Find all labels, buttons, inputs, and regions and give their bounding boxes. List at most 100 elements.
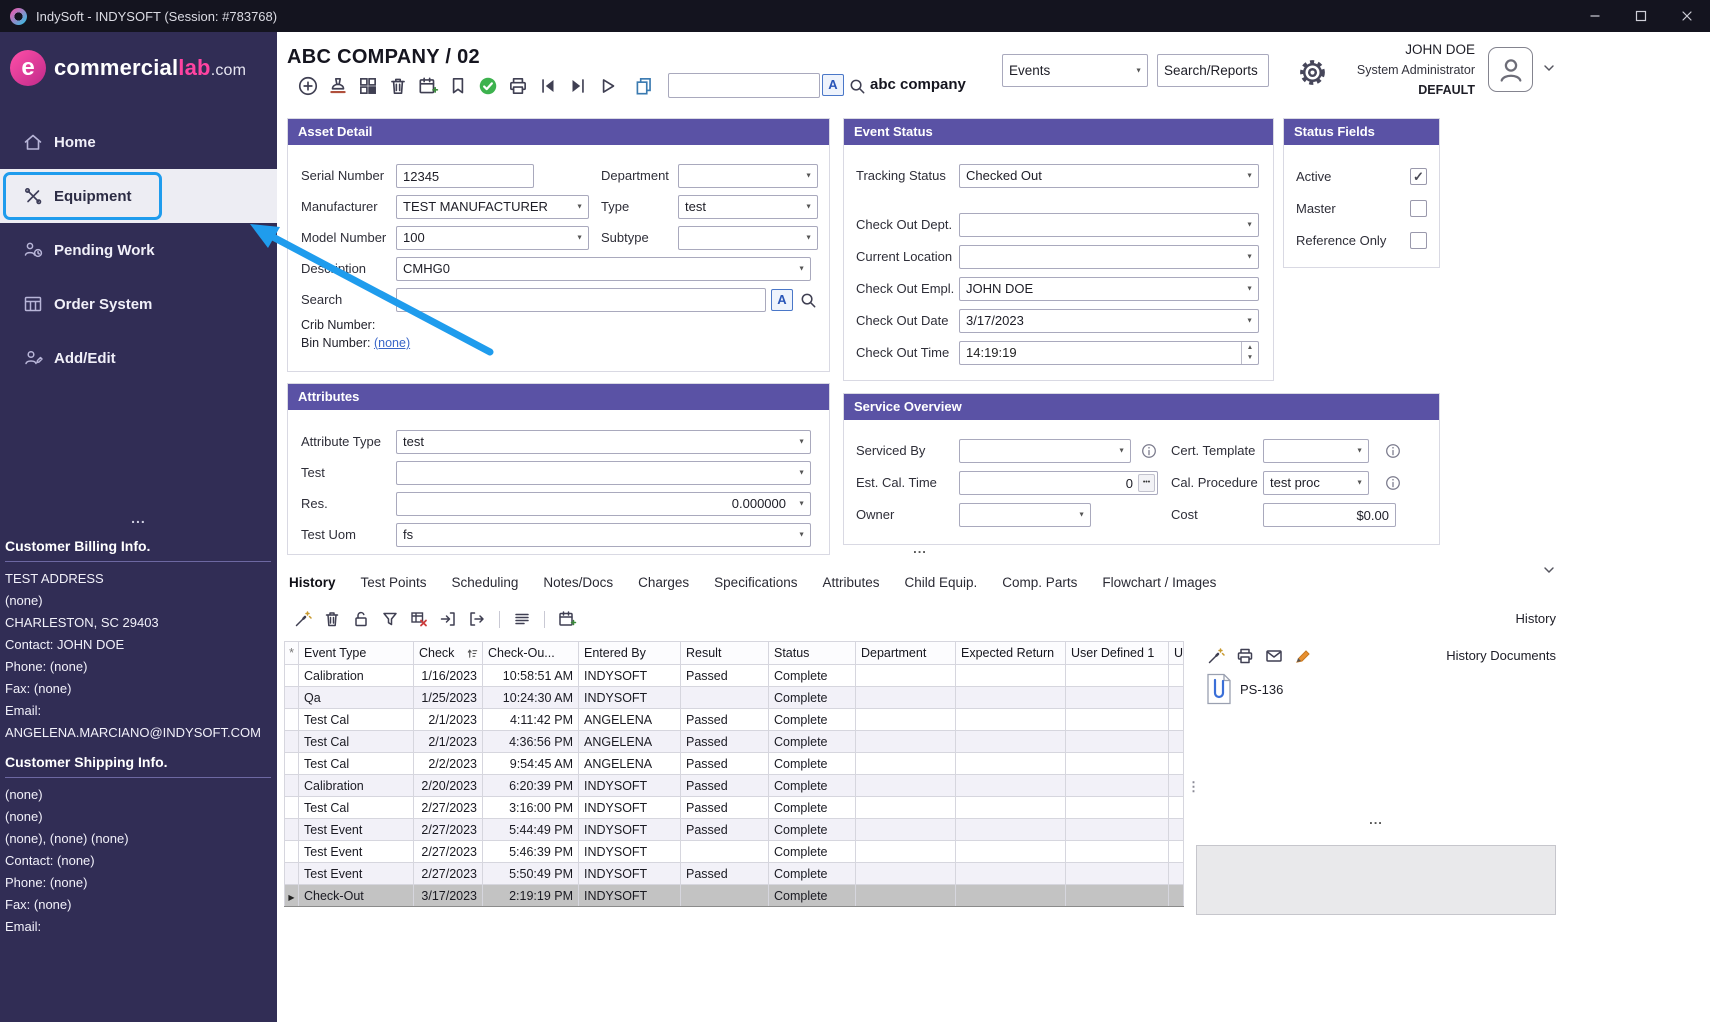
- table-row[interactable]: Test Cal2/1/20234:11:42 PMANGELENAPassed…: [285, 709, 1184, 731]
- col-check-out[interactable]: Check-Ou...: [483, 642, 579, 665]
- table-row[interactable]: Check-Out3/17/20232:19:19 PMINDYSOFTComp…: [285, 885, 1184, 907]
- table-row[interactable]: Test Cal2/1/20234:36:56 PMANGELENAPassed…: [285, 731, 1184, 753]
- table-row[interactable]: Test Event2/27/20235:44:49 PMINDYSOFTPas…: [285, 819, 1184, 841]
- sidebar-item-add-edit[interactable]: Add/Edit: [0, 331, 277, 385]
- cell-expected_return[interactable]: [956, 709, 1066, 731]
- serviced-by-info-icon[interactable]: [1140, 442, 1158, 460]
- tracking-status-select[interactable]: Checked Out: [959, 164, 1259, 188]
- tab-attributes[interactable]: Attributes: [822, 575, 879, 590]
- cell-entered_by[interactable]: INDYSOFT: [579, 687, 681, 709]
- cell-event_type[interactable]: Test Cal: [299, 753, 414, 775]
- cell-status[interactable]: Complete: [769, 687, 856, 709]
- cell-check[interactable]: 2/1/2023: [414, 731, 483, 753]
- cell-user_defined_1[interactable]: [1066, 665, 1169, 687]
- cell-status[interactable]: Complete: [769, 731, 856, 753]
- cell-user_defined_1[interactable]: [1066, 709, 1169, 731]
- documents-expander[interactable]: ...: [1196, 812, 1556, 827]
- sidebar-item-pending-work[interactable]: Pending Work: [0, 223, 277, 277]
- delete-icon[interactable]: [387, 75, 409, 97]
- doc-marker-icon[interactable]: [1293, 646, 1313, 666]
- cell-department[interactable]: [856, 709, 956, 731]
- cell-entered_by[interactable]: INDYSOFT: [579, 819, 681, 841]
- sidebar-item-order-system[interactable]: Order System: [0, 277, 277, 331]
- bin-number-link[interactable]: (none): [374, 336, 410, 350]
- cell-user_defined_1[interactable]: [1066, 885, 1169, 907]
- cell-event_type[interactable]: Test Event: [299, 841, 414, 863]
- cell-event_type[interactable]: Qa: [299, 687, 414, 709]
- cell-department[interactable]: [856, 753, 956, 775]
- col-event-type[interactable]: Event Type: [299, 642, 414, 665]
- cell-us[interactable]: [1169, 775, 1184, 797]
- tab-history[interactable]: History: [289, 575, 336, 590]
- cell-user_defined_1[interactable]: [1066, 863, 1169, 885]
- check-out-dept-select[interactable]: [959, 213, 1259, 237]
- doc-mail-icon[interactable]: [1264, 646, 1284, 666]
- tab-specifications[interactable]: Specifications: [714, 575, 797, 590]
- stamp-icon[interactable]: [327, 75, 349, 97]
- current-location-select[interactable]: [959, 245, 1259, 269]
- cell-expected_return[interactable]: [956, 775, 1066, 797]
- cell-expected_return[interactable]: [956, 731, 1066, 753]
- table-delete-icon[interactable]: [409, 609, 429, 629]
- cell-status[interactable]: Complete: [769, 709, 856, 731]
- table-row[interactable]: Calibration1/16/202310:58:51 AMINDYSOFTP…: [285, 665, 1184, 687]
- description-select[interactable]: CMHG0: [396, 257, 811, 281]
- cell-result[interactable]: Passed: [681, 819, 769, 841]
- search-icon[interactable]: [848, 77, 867, 96]
- cell-check[interactable]: 2/27/2023: [414, 841, 483, 863]
- cell-check_ou[interactable]: 10:24:30 AM: [483, 687, 579, 709]
- cell-expected_return[interactable]: [956, 863, 1066, 885]
- user-menu-chevron-down-icon[interactable]: [1541, 60, 1557, 76]
- events-select[interactable]: Events: [1002, 54, 1148, 87]
- col-user-defined-1[interactable]: User Defined 1: [1066, 642, 1169, 665]
- cell-check[interactable]: 2/27/2023: [414, 797, 483, 819]
- attribute-test-select[interactable]: [396, 461, 811, 485]
- cell-expected_return[interactable]: [956, 819, 1066, 841]
- first-record-icon[interactable]: [537, 75, 559, 97]
- cell-result[interactable]: Passed: [681, 731, 769, 753]
- last-record-icon[interactable]: [567, 75, 589, 97]
- delete-history-icon[interactable]: [322, 609, 342, 629]
- cell-us[interactable]: [1169, 753, 1184, 775]
- cell-expected_return[interactable]: [956, 753, 1066, 775]
- owner-select[interactable]: [959, 503, 1091, 527]
- calendar-add-icon[interactable]: [417, 75, 439, 97]
- sidebar-item-home[interactable]: Home: [0, 115, 277, 169]
- cell-result[interactable]: Passed: [681, 797, 769, 819]
- reference-only-checkbox[interactable]: [1410, 232, 1427, 249]
- cell-check_ou[interactable]: 2:19:19 PM: [483, 885, 579, 907]
- brand-logo[interactable]: e commerciallab.com: [10, 50, 246, 86]
- cell-check_ou[interactable]: 5:46:39 PM: [483, 841, 579, 863]
- cell-status[interactable]: Complete: [769, 753, 856, 775]
- grid-splitter[interactable]: [1185, 641, 1195, 911]
- cell-entered_by[interactable]: ANGELENA: [579, 731, 681, 753]
- cal-procedure-info-icon[interactable]: [1384, 474, 1402, 492]
- tab-notes-docs[interactable]: Notes/Docs: [543, 575, 613, 590]
- cell-department[interactable]: [856, 819, 956, 841]
- complete-check-icon[interactable]: [477, 75, 499, 97]
- active-checkbox[interactable]: [1410, 168, 1427, 185]
- cert-template-info-icon[interactable]: [1384, 442, 1402, 460]
- tabs-chevron-down-icon[interactable]: [1541, 562, 1557, 578]
- close-button[interactable]: [1664, 0, 1710, 32]
- check-out-time-spinner[interactable]: 14:19:19: [959, 341, 1259, 365]
- test-uom-select[interactable]: fs: [396, 523, 811, 547]
- cell-event_type[interactable]: Check-Out: [299, 885, 414, 907]
- table-row[interactable]: Qa1/25/202310:24:30 AMINDYSOFTComplete: [285, 687, 1184, 709]
- asset-auto-search-button[interactable]: A: [771, 289, 793, 311]
- col-department[interactable]: Department: [856, 642, 956, 665]
- tab-flowchart-images[interactable]: Flowchart / Images: [1102, 575, 1216, 590]
- tab-child-equip[interactable]: Child Equip.: [905, 575, 978, 590]
- copy-files-icon[interactable]: [633, 75, 655, 97]
- auto-wand-icon[interactable]: [293, 609, 313, 629]
- cell-check_ou[interactable]: 3:16:00 PM: [483, 797, 579, 819]
- cell-result[interactable]: Passed: [681, 863, 769, 885]
- cell-check[interactable]: 2/20/2023: [414, 775, 483, 797]
- cell-result[interactable]: Passed: [681, 709, 769, 731]
- tab-test-points[interactable]: Test Points: [361, 575, 427, 590]
- cell-status[interactable]: Complete: [769, 885, 856, 907]
- cell-check[interactable]: 2/27/2023: [414, 863, 483, 885]
- cell-department[interactable]: [856, 841, 956, 863]
- cell-department[interactable]: [856, 665, 956, 687]
- cell-event_type[interactable]: Test Event: [299, 819, 414, 841]
